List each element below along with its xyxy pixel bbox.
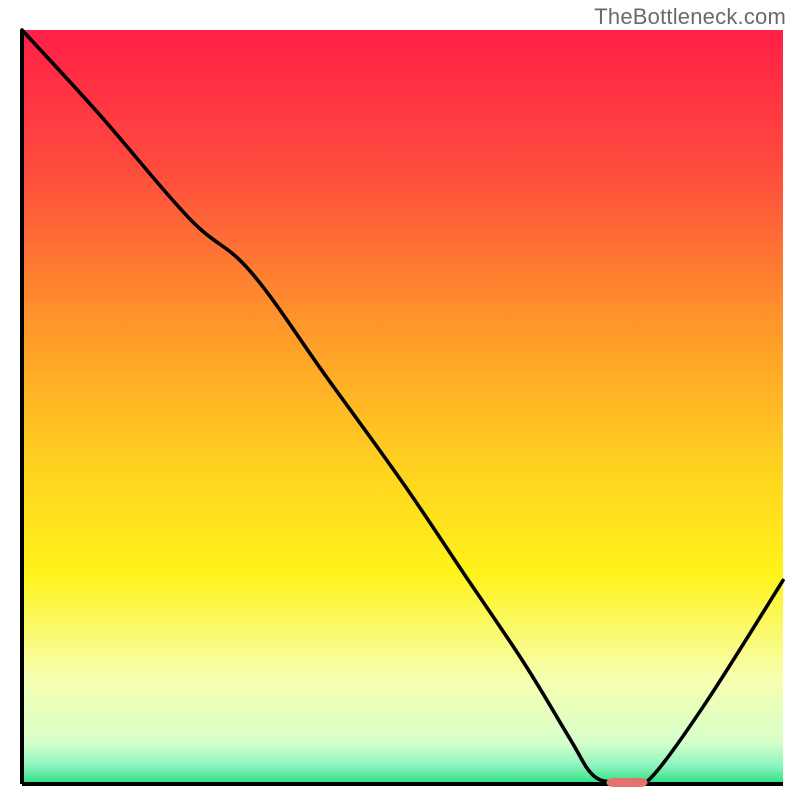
watermark-text: TheBottleneck.com xyxy=(594,4,786,30)
bottleneck-chart xyxy=(0,0,800,800)
gradient-background xyxy=(22,30,783,784)
chart-container: TheBottleneck.com xyxy=(0,0,800,800)
optimal-range-marker xyxy=(606,778,647,787)
